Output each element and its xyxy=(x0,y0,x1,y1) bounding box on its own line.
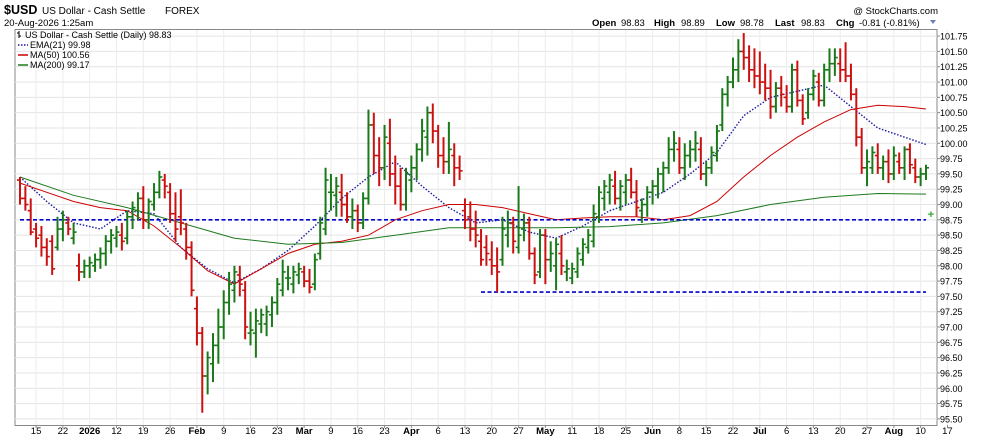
legend-item-price: US Dollar - Cash Settle (Daily) 98.83 xyxy=(17,30,172,40)
y-tick-label: 98.00 xyxy=(940,261,963,271)
y-tick-label: 96.75 xyxy=(940,338,963,348)
y-tick-label: 100.25 xyxy=(940,123,968,133)
y-tick-label: 101.75 xyxy=(940,32,968,42)
legend-price-text: US Dollar - Cash Settle (Daily) 98.83 xyxy=(25,30,172,40)
stock-chart: $USD US Dollar - Cash Settle FOREX 20-Au… xyxy=(0,0,990,438)
legend-ma50-text: MA(50) 100.56 xyxy=(30,50,90,60)
copyright-label: @ StockCharts.com xyxy=(853,6,938,17)
x-tick-label: 18 xyxy=(594,426,605,437)
x-tick-label: 23 xyxy=(272,426,283,437)
date-label: 20-Aug-2026 1:25am xyxy=(4,18,93,29)
y-tick-label: 100.50 xyxy=(940,108,968,118)
high-value: 98.89 xyxy=(681,18,705,29)
y-tick-label: 97.75 xyxy=(940,277,963,287)
last-value: 98.83 xyxy=(801,18,825,29)
price-summary: Open 98.83 High 98.89 Low 98.78 Last 98.… xyxy=(592,18,920,29)
low-value: 98.78 xyxy=(740,18,764,29)
x-tick-label: 16 xyxy=(352,426,363,437)
y-tick-label: 97.50 xyxy=(940,292,963,302)
x-tick-label: Aug xyxy=(885,426,904,437)
x-tick-label: 22 xyxy=(728,426,739,437)
x-tick-label: 17 xyxy=(942,426,953,437)
x-tick-label: May xyxy=(536,426,555,437)
x-tick-label: 2026 xyxy=(79,426,100,437)
x-tick-label: 19 xyxy=(138,426,149,437)
y-tick-label: 97.25 xyxy=(940,307,963,317)
x-tick-label: 15 xyxy=(31,426,42,437)
y-tick-label: 99.00 xyxy=(940,200,963,210)
x-tick-label: 9 xyxy=(221,426,226,437)
chg-label: Chg xyxy=(836,18,855,29)
x-tick-label: 25 xyxy=(620,426,631,437)
x-tick-label: Apr xyxy=(403,426,420,437)
x-tick-label: 6 xyxy=(784,426,789,437)
y-tick-label: 95.75 xyxy=(940,399,963,409)
y-tick-label: 98.75 xyxy=(940,215,963,225)
x-tick-label: Feb xyxy=(188,426,205,437)
symbol-label: $USD xyxy=(4,3,37,17)
y-tick-label: 101.50 xyxy=(940,47,968,57)
exchange-label: FOREX xyxy=(165,6,200,17)
y-tick-label: 96.50 xyxy=(940,353,963,363)
y-tick-label: 101.25 xyxy=(940,62,968,72)
y-tick-label: 98.25 xyxy=(940,246,963,256)
x-tick-label: 12 xyxy=(111,426,122,437)
last-label: Last xyxy=(775,18,795,29)
instrument-name: US Dollar - Cash Settle xyxy=(42,6,146,17)
x-axis: 15 22 2026 12 19 26 Feb 9 16 23 Mar 9 16 23 Apr 6 13 20 27… xyxy=(31,425,953,437)
x-tick-label: 27 xyxy=(862,426,873,437)
x-tick-label: 13 xyxy=(808,426,819,437)
x-tick-label: 11 xyxy=(567,426,577,437)
x-tick-label: 26 xyxy=(165,426,176,437)
x-tick-label: 13 xyxy=(460,426,471,437)
x-tick-label: 9 xyxy=(328,426,333,437)
x-tick-label: 20 xyxy=(835,426,846,437)
y-tick-label: 97.00 xyxy=(940,323,963,333)
x-tick-label: 27 xyxy=(513,426,524,437)
high-label: High xyxy=(654,18,675,29)
y-tick-label: 101.00 xyxy=(940,78,968,88)
legend-ema21-text: EMA(21) 99.98 xyxy=(30,40,91,50)
y-tick-label: 99.50 xyxy=(940,169,963,179)
x-tick-label: Jun xyxy=(644,426,661,437)
x-tick-label: 10 xyxy=(915,426,926,437)
x-tick-label: Jul xyxy=(753,426,767,437)
y-tick-label: 96.00 xyxy=(940,384,963,394)
x-tick-label: 8 xyxy=(677,426,682,437)
y-tick-label: 98.50 xyxy=(940,231,963,241)
last-price-marker: + xyxy=(928,209,934,221)
y-tick-label: 99.75 xyxy=(940,154,963,164)
chg-value: -0.81 (-0.81%) xyxy=(859,18,920,29)
legend-ma200-text: MA(200) 99.17 xyxy=(30,60,90,70)
x-tick-label: 15 xyxy=(701,426,712,437)
x-tick-label: 22 xyxy=(58,426,69,437)
x-tick-label: 16 xyxy=(245,426,256,437)
x-tick-label: Mar xyxy=(296,426,313,437)
open-value: 98.83 xyxy=(621,18,645,29)
x-tick-label: 20 xyxy=(486,426,497,437)
open-label: Open xyxy=(592,18,616,29)
y-tick-label: 96.25 xyxy=(940,368,963,378)
y-tick-label: 100.00 xyxy=(940,139,968,149)
x-tick-label: 6 xyxy=(436,426,441,437)
low-label: Low xyxy=(716,18,736,29)
x-tick-label: 23 xyxy=(379,426,390,437)
y-tick-label: 95.50 xyxy=(940,414,963,424)
y-tick-label: 99.25 xyxy=(940,185,963,195)
y-tick-label: 100.75 xyxy=(940,93,968,103)
